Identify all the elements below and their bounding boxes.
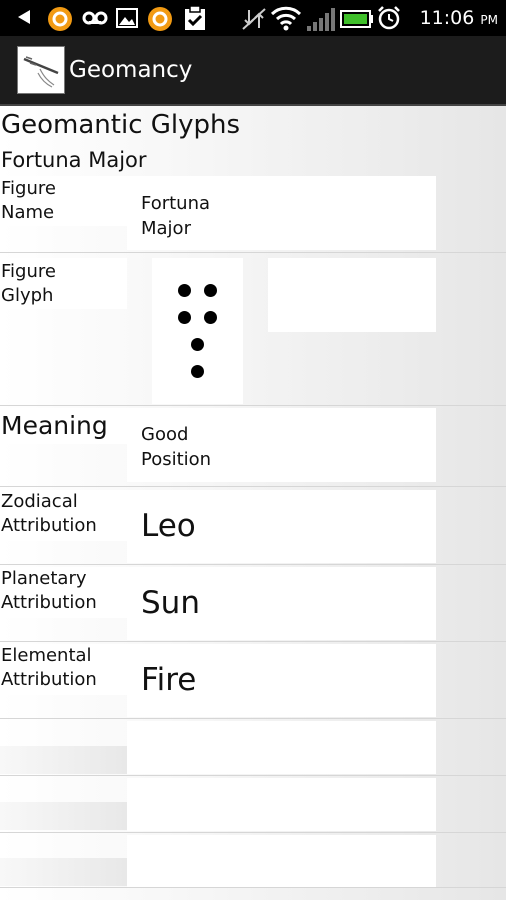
- clipboard-check-icon: [182, 4, 208, 36]
- row-divider: [0, 564, 506, 565]
- app-title: Geomancy: [69, 57, 193, 83]
- row-divider: [0, 641, 506, 642]
- app-logo-icon[interactable]: [17, 46, 65, 94]
- meaning-value: Good Position: [141, 424, 212, 470]
- status-bar: 11:06 PM: [0, 0, 506, 36]
- zodiacal-value-cell: Leo: [127, 490, 436, 563]
- figure-glyph-image: [152, 258, 243, 404]
- app-notification-icon-2: [147, 6, 173, 36]
- glyph-dot: [204, 284, 217, 297]
- row-divider: [0, 775, 506, 776]
- planetary-value-cell: Sun: [127, 567, 436, 640]
- status-time: 11:06 PM: [419, 7, 498, 29]
- glyph-dot: [178, 284, 191, 297]
- empty-value-cell: [127, 835, 436, 887]
- figure-name-label: Figure Name: [1, 178, 56, 223]
- picture-icon: [115, 6, 139, 34]
- meaning-value-cell: Good Position: [127, 408, 436, 482]
- page-heading: Geomantic Glyphs: [1, 110, 241, 140]
- back-arrow-notification-icon: [14, 8, 34, 30]
- app-notification-icon: [47, 6, 73, 36]
- signal-strength-icon: [306, 6, 336, 36]
- empty-value-cell: [127, 778, 436, 831]
- figure-name-label-cell: Figure Name: [0, 176, 127, 226]
- row-divider: [0, 486, 506, 487]
- zodiacal-value: Leo: [141, 508, 196, 544]
- elemental-value: Fire: [141, 662, 197, 698]
- glyph-dot: [204, 311, 217, 324]
- data-arrows-icon: [240, 6, 268, 36]
- figure-name-value: Fortuna Major: [141, 193, 211, 239]
- meaning-label-cell: Meaning: [0, 408, 127, 444]
- figure-name-value-cell: Fortuna Major: [127, 176, 436, 250]
- row-divider: [0, 832, 506, 833]
- planetary-value: Sun: [141, 585, 200, 621]
- empty-label-cell: [0, 746, 127, 774]
- alarm-clock-icon: [376, 5, 402, 35]
- row-divider: [0, 718, 506, 719]
- glyph-dot: [178, 311, 191, 324]
- voicemail-icon: [82, 10, 108, 30]
- empty-value-cell: [127, 721, 436, 774]
- figure-glyph-label-cell: Figure Glyph: [0, 258, 127, 309]
- page-subheading: Fortuna Major: [1, 148, 147, 172]
- elemental-label: Elemental Attribution: [1, 645, 97, 690]
- glyph-dot: [191, 365, 204, 378]
- row-divider: [0, 405, 506, 406]
- battery-icon: [340, 9, 374, 33]
- empty-label-cell: [0, 802, 127, 830]
- row-divider: [0, 252, 506, 253]
- row-divider: [0, 887, 506, 888]
- elemental-label-cell: Elemental Attribution: [0, 644, 127, 695]
- figure-glyph-extra-cell: [268, 258, 436, 332]
- meaning-label: Meaning: [1, 411, 108, 440]
- wifi-icon: [270, 4, 302, 36]
- planetary-label: Planetary Attribution: [1, 568, 97, 613]
- zodiacal-label: Zodiacal Attribution: [1, 491, 97, 536]
- planetary-label-cell: Planetary Attribution: [0, 567, 127, 618]
- glyph-dot: [191, 338, 204, 351]
- zodiacal-label-cell: Zodiacal Attribution: [0, 490, 127, 541]
- elemental-value-cell: Fire: [127, 644, 436, 717]
- figure-glyph-label: Figure Glyph: [1, 261, 56, 306]
- empty-label-cell: [0, 858, 127, 886]
